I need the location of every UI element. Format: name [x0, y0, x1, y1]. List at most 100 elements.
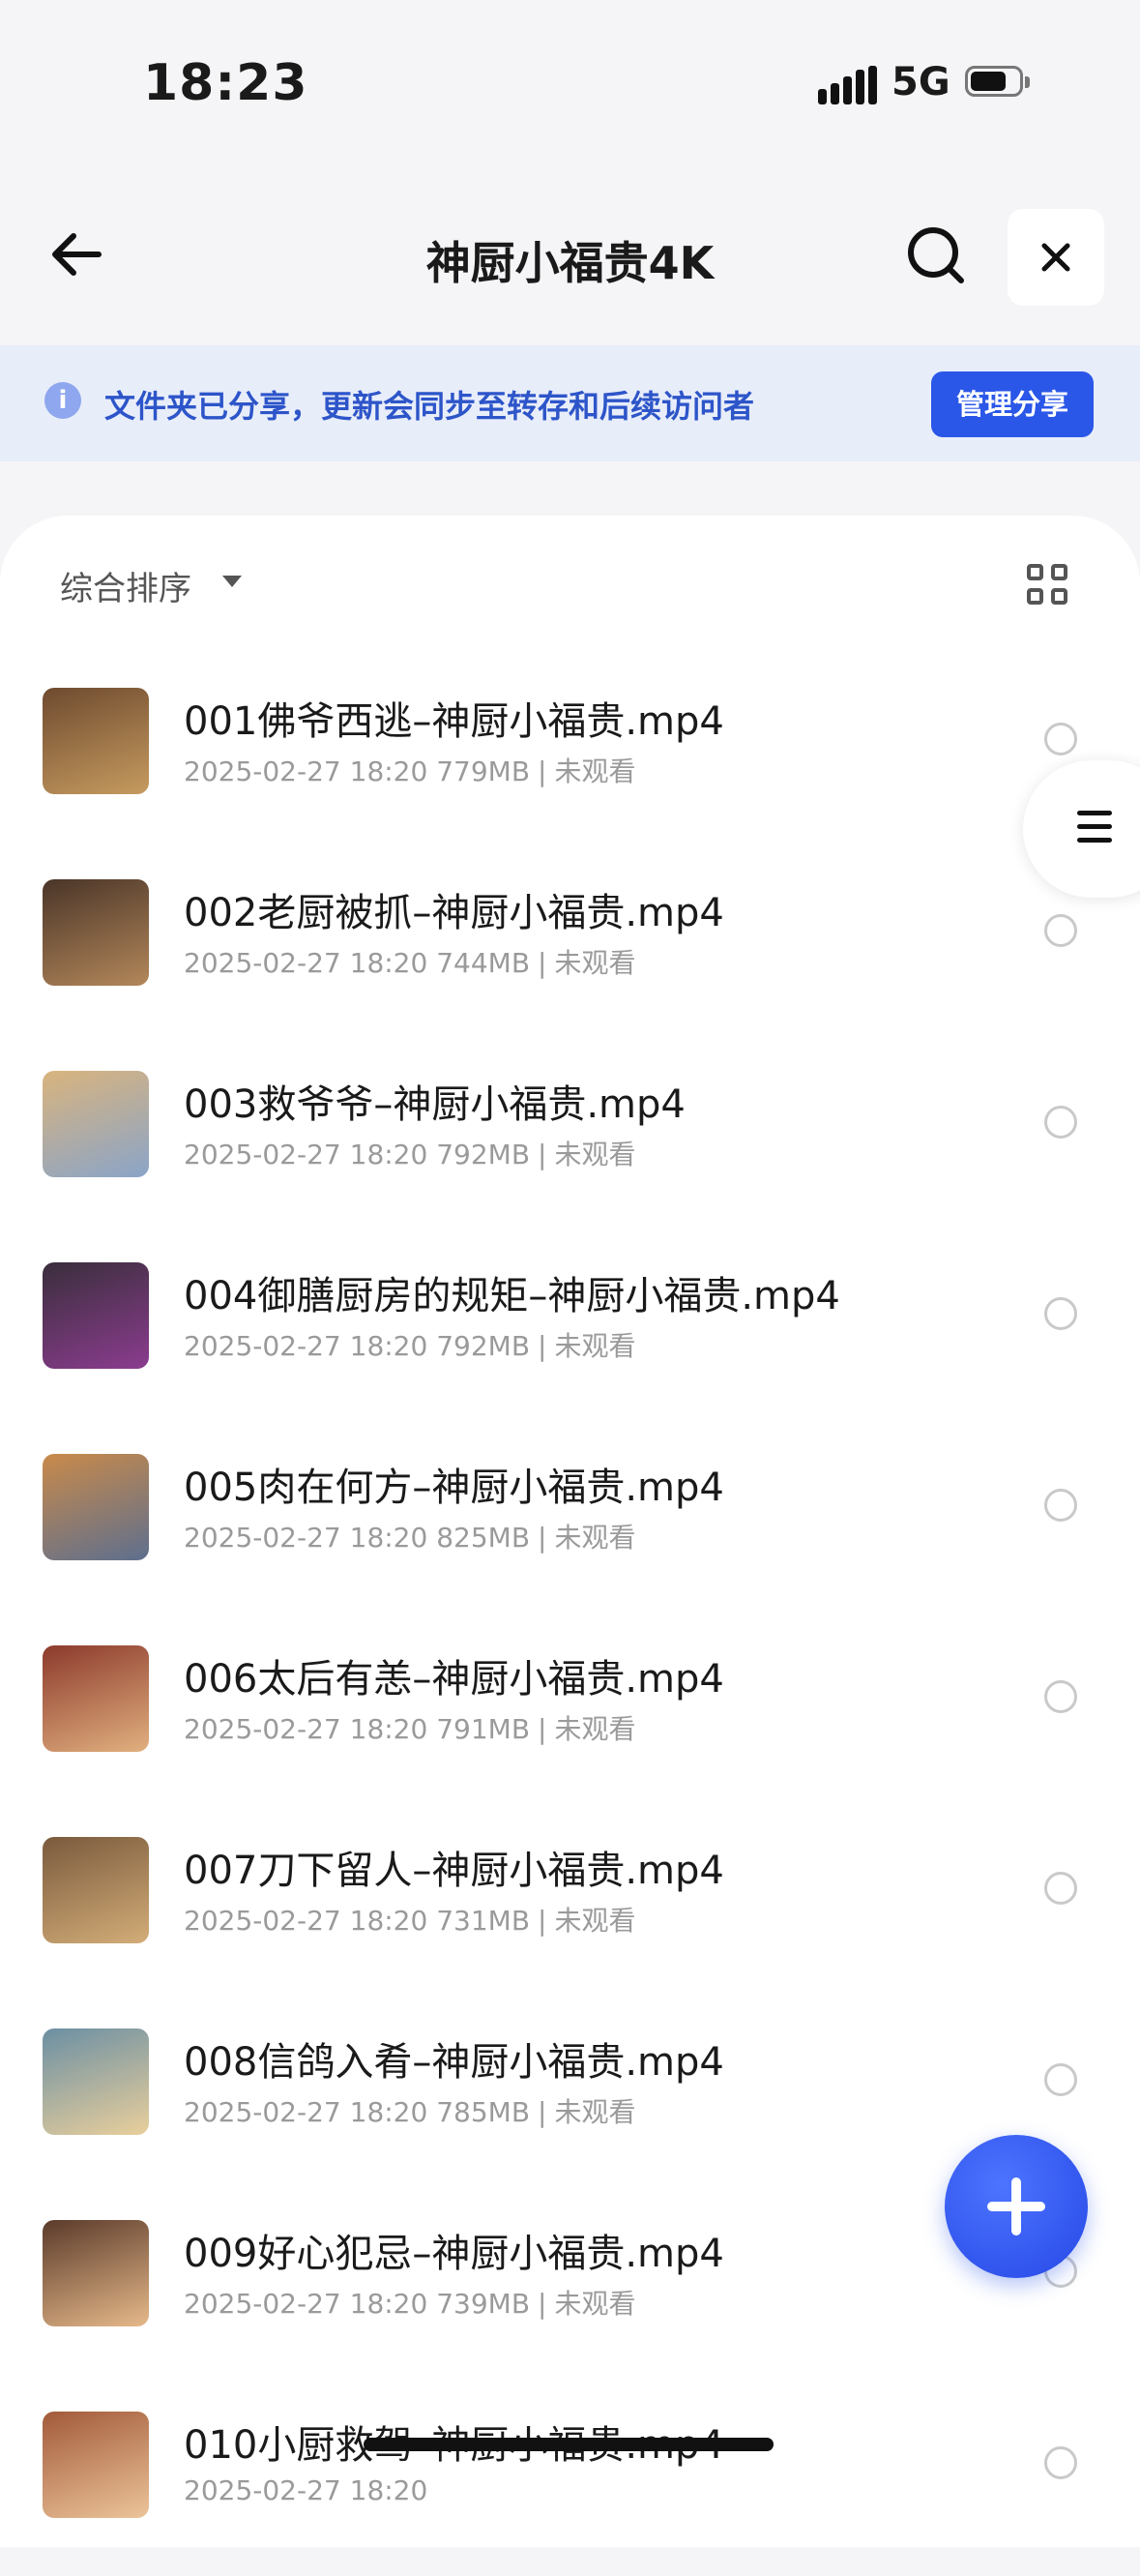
watch-status: 未观看 — [554, 755, 636, 787]
file-name: 004御膳厨房的规矩–神厨小福贵.mp4 — [184, 1274, 840, 1318]
file-date: 2025-02-27 18:20 — [184, 947, 428, 979]
video-thumbnail — [43, 1837, 149, 1943]
file-name: 008信鸽入肴–神厨小福贵.mp4 — [184, 2040, 724, 2085]
watch-status: 未观看 — [554, 1713, 636, 1745]
meta-separator: | — [538, 1139, 547, 1170]
video-thumbnail — [43, 879, 149, 986]
file-row[interactable]: 002老厨被抓–神厨小福贵.mp4 2025-02-27 18:20 744MB |… — [0, 852, 1140, 1044]
file-size: 779MB — [436, 755, 531, 787]
file-meta: 2025-02-27 18:20 785MB | 未观看 — [184, 2091, 636, 2130]
video-thumbnail — [43, 2028, 149, 2135]
select-radio[interactable] — [1044, 723, 1077, 755]
home-indicator — [364, 2438, 774, 2451]
share-notice-text: 文件夹已分享，更新会同步至转存和后续访问者 — [104, 388, 755, 425]
file-size: 731MB — [436, 1905, 531, 1937]
file-row[interactable]: 006太后有恙–神厨小福贵.mp4 2025-02-27 18:20 791MB |… — [0, 1618, 1140, 1810]
file-row[interactable]: 010小厨救驾–神厨小福贵.mp42025-02-27 18:20 — [0, 2384, 1140, 2576]
watch-status: 未观看 — [554, 1522, 636, 1554]
file-size: 791MB — [436, 1713, 531, 1745]
meta-separator: | — [538, 1330, 547, 1362]
video-thumbnail — [43, 688, 149, 794]
file-name: 005肉在何方–神厨小福贵.mp4 — [184, 1466, 724, 1510]
battery-icon — [965, 66, 1035, 101]
network-type: 5G — [892, 60, 950, 104]
watch-status: 未观看 — [554, 947, 636, 979]
select-radio[interactable] — [1044, 1297, 1077, 1330]
file-size: 792MB — [436, 1139, 531, 1170]
file-meta: 2025-02-27 18:20 779MB | 未观看 — [184, 751, 636, 789]
cellular-signal-icon — [818, 66, 877, 104]
select-radio[interactable] — [1044, 1489, 1077, 1522]
file-date: 2025-02-27 18:20 — [184, 1522, 428, 1554]
file-meta: 2025-02-27 18:20 — [184, 2474, 427, 2506]
file-row[interactable]: 003救爷爷–神厨小福贵.mp4 2025-02-27 18:20 792MB | 未… — [0, 1044, 1140, 1235]
manage-share-button[interactable]: 管理分享 — [931, 371, 1094, 437]
video-thumbnail — [43, 1071, 149, 1177]
file-date: 2025-02-27 18:20 — [184, 2474, 428, 2506]
file-date: 2025-02-27 18:20 — [184, 755, 428, 787]
video-thumbnail — [43, 2220, 149, 2326]
share-notice-banner: i 文件夹已分享，更新会同步至转存和后续访问者 管理分享 — [0, 345, 1140, 461]
file-name: 006太后有恙–神厨小福贵.mp4 — [184, 1657, 724, 1702]
select-radio[interactable] — [1044, 914, 1077, 947]
file-size: 825MB — [436, 1522, 531, 1554]
file-meta: 2025-02-27 18:20 791MB | 未观看 — [184, 1708, 636, 1747]
status-bar: 18:23 5G — [0, 0, 1140, 164]
file-size: 744MB — [436, 947, 531, 979]
file-meta: 2025-02-27 18:20 739MB | 未观看 — [184, 2283, 636, 2322]
meta-separator: | — [538, 1713, 547, 1745]
watch-status: 未观看 — [554, 1330, 636, 1362]
meta-separator: | — [538, 2096, 547, 2128]
file-date: 2025-02-27 18:20 — [184, 1330, 428, 1362]
video-thumbnail — [43, 1454, 149, 1560]
select-radio[interactable] — [1044, 2446, 1077, 2479]
meta-separator: | — [538, 1905, 547, 1937]
select-radio[interactable] — [1044, 1106, 1077, 1139]
file-meta: 2025-02-27 18:20 744MB | 未观看 — [184, 942, 636, 981]
file-date: 2025-02-27 18:20 — [184, 1139, 428, 1170]
file-date: 2025-02-27 18:20 — [184, 1905, 428, 1937]
file-meta: 2025-02-27 18:20 792MB | 未观看 — [184, 1325, 636, 1364]
file-size: 792MB — [436, 1330, 531, 1362]
video-thumbnail — [43, 2412, 149, 2518]
select-radio[interactable] — [1044, 1872, 1077, 1905]
file-name: 002老厨被抓–神厨小福贵.mp4 — [184, 891, 724, 935]
info-icon: i — [44, 382, 81, 419]
file-size: 739MB — [436, 2288, 531, 2320]
file-meta: 2025-02-27 18:20 792MB | 未观看 — [184, 1134, 636, 1172]
file-meta: 2025-02-27 18:20 731MB | 未观看 — [184, 1900, 636, 1939]
select-radio[interactable] — [1044, 1680, 1077, 1713]
add-button[interactable] — [945, 2135, 1088, 2278]
file-date: 2025-02-27 18:20 — [184, 1713, 428, 1745]
sort-dropdown[interactable]: 综合排序 — [60, 562, 191, 609]
file-size: 785MB — [436, 2096, 531, 2128]
watch-status: 未观看 — [554, 2288, 636, 2320]
close-button[interactable] — [1008, 209, 1104, 306]
status-time: 18:23 — [143, 54, 308, 112]
select-radio[interactable] — [1044, 2063, 1077, 2096]
meta-separator: | — [538, 947, 547, 979]
menu-icon — [1077, 811, 1112, 851]
navigation-bar: 神厨小福贵4K — [0, 193, 1140, 319]
grid-view-icon[interactable] — [1027, 564, 1071, 608]
caret-down-icon[interactable] — [222, 576, 242, 587]
watch-status: 未观看 — [554, 2096, 636, 2128]
file-name: 009好心犯忌–神厨小福贵.mp4 — [184, 2232, 724, 2276]
file-name: 001佛爷西逃–神厨小福贵.mp4 — [184, 699, 724, 744]
file-name: 003救爷爷–神厨小福贵.mp4 — [184, 1082, 686, 1127]
watch-status: 未观看 — [554, 1139, 636, 1170]
meta-separator: | — [538, 1522, 547, 1554]
meta-separator: | — [538, 755, 547, 787]
video-thumbnail — [43, 1262, 149, 1369]
file-name: 007刀下留人–神厨小福贵.mp4 — [184, 1849, 724, 1893]
search-icon[interactable] — [903, 222, 971, 290]
file-date: 2025-02-27 18:20 — [184, 2096, 428, 2128]
meta-separator: | — [538, 2288, 547, 2320]
file-row[interactable]: 004御膳厨房的规矩–神厨小福贵.mp4 2025-02-27 18:20 792… — [0, 1235, 1140, 1427]
file-row[interactable]: 005肉在何方–神厨小福贵.mp4 2025-02-27 18:20 825MB |… — [0, 1427, 1140, 1618]
file-date: 2025-02-27 18:20 — [184, 2288, 428, 2320]
file-row[interactable]: 007刀下留人–神厨小福贵.mp4 2025-02-27 18:20 731MB |… — [0, 1810, 1140, 2001]
close-icon — [1041, 243, 1070, 272]
file-meta: 2025-02-27 18:20 825MB | 未观看 — [184, 1517, 636, 1555]
file-row[interactable]: 001佛爷西逃–神厨小福贵.mp4 2025-02-27 18:20 779MB |… — [0, 661, 1140, 852]
